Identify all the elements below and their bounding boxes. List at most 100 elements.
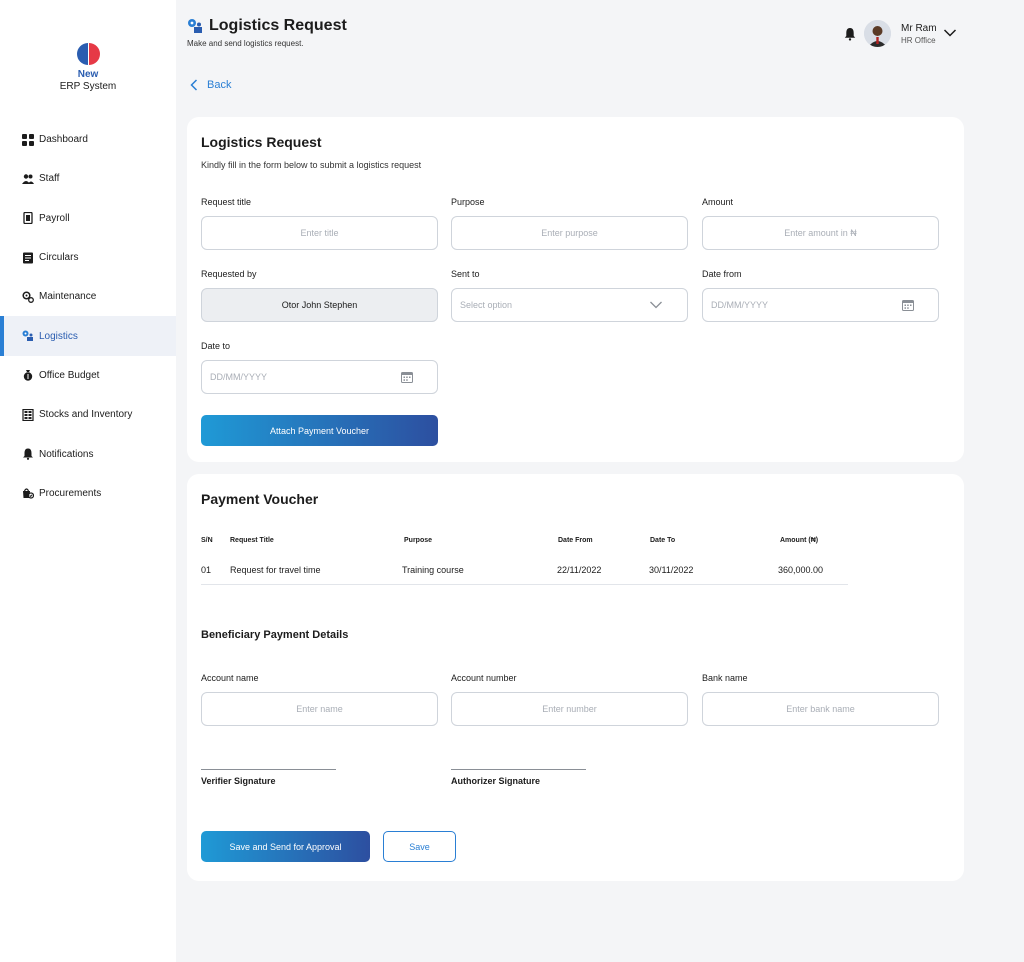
table-header-sn: S/N — [201, 537, 213, 544]
save-and-send-button[interactable]: Save and Send for Approval — [201, 831, 370, 862]
account-number-placeholder: Enter number — [542, 704, 597, 714]
sidebar-item-staff[interactable]: Staff — [0, 159, 176, 198]
table-header-request-title: Request Title — [230, 537, 274, 544]
date-from-label: Date from — [702, 269, 742, 279]
authorizer-signature-line — [451, 769, 586, 770]
user-name: Mr Ram — [901, 23, 937, 34]
table-header-date-from: Date From — [558, 537, 593, 544]
sidebar-item-label: Logistics — [39, 330, 78, 342]
chevron-left-icon — [190, 79, 198, 91]
purpose-label: Purpose — [451, 197, 485, 207]
sent-to-label: Sent to — [451, 269, 480, 279]
sidebar-item-label: Stocks and Inventory — [39, 409, 133, 421]
table-header-purpose: Purpose — [404, 537, 433, 544]
page-title-text: Logistics Request — [209, 17, 347, 34]
sidebar-item-label: Circulars — [39, 252, 79, 264]
bank-name-label: Bank name — [702, 673, 748, 683]
logo-text-erp: ERP System — [59, 81, 117, 92]
sent-to-placeholder: Select option — [460, 300, 513, 310]
logo: New ERP System — [0, 42, 176, 93]
authorizer-signature-label: Authorizer Signature — [451, 776, 541, 786]
purpose-input[interactable]: Enter purpose — [451, 216, 688, 250]
sidebar: New ERP System Dashboard Staff Payroll C… — [0, 0, 176, 962]
date-from-placeholder: DD/MM/YYYY — [711, 300, 769, 310]
logo-text-new: New — [77, 69, 99, 80]
account-number-label: Account number — [451, 673, 517, 683]
user-role: HR Office — [901, 36, 936, 45]
bank-name-placeholder: Enter bank name — [786, 704, 855, 714]
bell-icon — [22, 448, 34, 460]
logistics-icon — [188, 19, 202, 33]
sidebar-item-label: Payroll — [39, 212, 70, 224]
page-subtitle: Make and send logistics request. — [187, 39, 304, 48]
form-subtitle: Kindly fill in the form below to submit … — [201, 160, 422, 170]
date-to-placeholder: DD/MM/YYYY — [210, 372, 268, 382]
sidebar-item-label: Notifications — [39, 448, 94, 460]
sidebar-nav: Dashboard Staff Payroll Circulars Mainte… — [0, 120, 176, 513]
amount-input[interactable]: Enter amount in ₦ — [702, 216, 939, 250]
date-to-input[interactable]: DD/MM/YYYY — [201, 360, 438, 394]
table-cell-purpose: Training course — [402, 565, 464, 575]
table-cell-request-title: Request for travel time — [230, 565, 321, 575]
avatar[interactable] — [864, 20, 891, 47]
sidebar-item-office-budget[interactable]: Office Budget — [0, 356, 176, 395]
table-header-amount: Amount (₦) — [780, 537, 819, 544]
sidebar-item-payroll[interactable]: Payroll — [0, 199, 176, 238]
bank-name-input[interactable]: Enter bank name — [702, 692, 939, 726]
table-divider — [201, 584, 848, 585]
table-header-date-to: Date To — [650, 537, 676, 544]
payroll-icon — [22, 212, 34, 225]
back-label: Back — [207, 79, 232, 91]
amount-placeholder: Enter amount in ₦ — [784, 228, 857, 238]
table-cell-date-from: 22/11/2022 — [557, 565, 602, 575]
chevron-down-icon — [650, 301, 662, 309]
account-name-label: Account name — [201, 673, 259, 683]
requested-by-value: Otor John Stephen — [281, 300, 358, 310]
requested-by-label: Requested by — [201, 269, 257, 279]
save-button[interactable]: Save — [383, 831, 456, 862]
table-cell-date-to: 30/11/2022 — [649, 565, 694, 575]
user-avatar-icon — [864, 20, 891, 47]
verifier-signature-label: Verifier Signature — [201, 776, 276, 786]
sidebar-item-dashboard[interactable]: Dashboard — [0, 120, 176, 159]
calendar-icon[interactable] — [902, 299, 914, 311]
sidebar-item-procurements[interactable]: Procurements — [0, 474, 176, 513]
back-button[interactable]: Back — [190, 79, 231, 91]
account-name-input[interactable]: Enter name — [201, 692, 438, 726]
sidebar-item-stocks-inventory[interactable]: Stocks and Inventory — [0, 395, 176, 434]
sidebar-item-maintenance[interactable]: Maintenance — [0, 277, 176, 316]
beneficiary-section-title: Beneficiary Payment Details — [201, 629, 349, 641]
sidebar-item-label: Dashboard — [39, 134, 88, 146]
account-number-input[interactable]: Enter number — [451, 692, 688, 726]
request-title-input[interactable]: Enter title — [201, 216, 438, 250]
verifier-signature-line — [201, 769, 336, 770]
sidebar-item-label: Staff — [39, 173, 60, 185]
notification-bell-icon[interactable] — [843, 27, 857, 41]
table-cell-sn: 01 — [201, 565, 212, 575]
sidebar-item-logistics[interactable]: Logistics — [0, 316, 176, 357]
sidebar-item-label: Procurements — [39, 487, 102, 499]
sidebar-item-circulars[interactable]: Circulars — [0, 238, 176, 277]
logo-icon — [77, 43, 100, 65]
date-to-label: Date to — [201, 341, 231, 351]
amount-label: Amount — [702, 197, 734, 207]
page-header: Logistics Request Make and send logistic… — [187, 17, 347, 48]
circulars-icon — [22, 252, 34, 264]
staff-icon — [22, 173, 34, 185]
payment-voucher-card: Payment Voucher S/N Request Title Purpos… — [187, 474, 964, 881]
table-cell-amount: 360,000.00 — [778, 565, 824, 575]
date-from-input[interactable]: DD/MM/YYYY — [702, 288, 939, 322]
calendar-icon[interactable] — [401, 371, 413, 383]
inventory-icon — [22, 408, 34, 421]
request-title-placeholder: Enter title — [300, 228, 339, 238]
account-name-placeholder: Enter name — [296, 704, 343, 714]
logistics-request-card: Logistics Request Kindly fill in the for… — [187, 117, 964, 462]
sent-to-select[interactable]: Select option — [451, 288, 688, 322]
logistics-icon — [22, 330, 34, 342]
voucher-title: Payment Voucher — [201, 491, 319, 507]
sidebar-item-notifications[interactable]: Notifications — [0, 434, 176, 473]
sidebar-item-label: Maintenance — [39, 291, 97, 303]
chevron-down-icon[interactable] — [943, 28, 957, 38]
requested-by-field: Otor John Stephen — [201, 288, 438, 322]
attach-payment-voucher-button[interactable]: Attach Payment Voucher — [201, 415, 438, 446]
